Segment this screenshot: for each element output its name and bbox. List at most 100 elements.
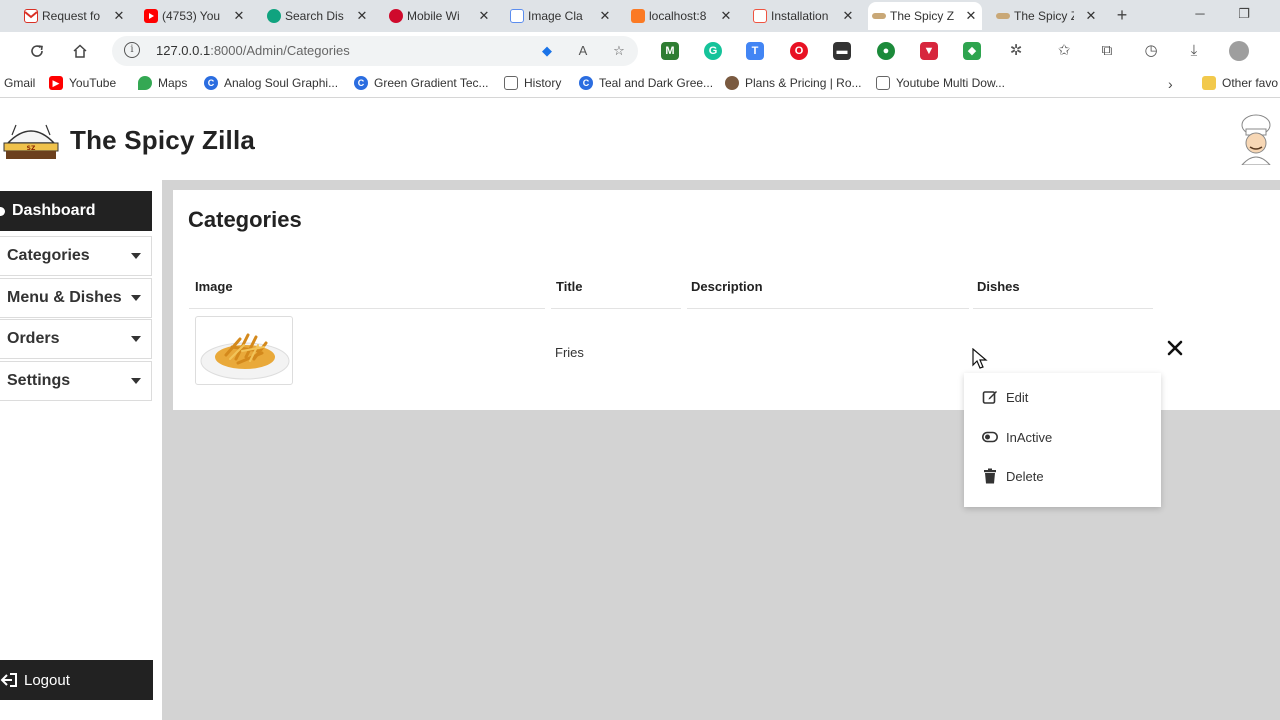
terminal-icon[interactable]: ▬ (833, 42, 851, 60)
reload-icon[interactable] (26, 40, 48, 62)
browser-tab-active[interactable]: The Spicy Z ✕ (868, 2, 982, 30)
sidebar: Dashboard Categories Menu & Dishes Order… (0, 180, 162, 720)
huawei-icon (389, 9, 403, 23)
svg-text:SZ: SZ (27, 145, 36, 152)
browser-tab[interactable]: The Spicy Z ✕ (992, 2, 1102, 30)
collections-icon[interactable]: ⧉ (1097, 41, 1117, 61)
caret-down-icon (131, 378, 141, 384)
logout-icon (0, 673, 17, 687)
column-header-image: Image (195, 279, 233, 294)
sidebar-item-settings[interactable]: Settings (0, 361, 152, 401)
new-tab-button[interactable]: + (1112, 6, 1132, 24)
bookmark-item[interactable]: Youtube Multi Dow... (876, 76, 1005, 90)
profile-avatar-icon[interactable] (1229, 41, 1249, 61)
divider (189, 308, 545, 309)
extensions-icon[interactable]: ✲ (1006, 41, 1026, 61)
chef-avatar[interactable] (1232, 113, 1280, 165)
page-icon (876, 76, 890, 90)
bookmark-item[interactable]: History (504, 76, 561, 90)
avatar-icon (725, 76, 739, 90)
chevron-right-icon[interactable]: › (1168, 76, 1173, 92)
restore-icon[interactable]: ❐ (1234, 6, 1254, 22)
download-icon[interactable]: ⤓ (1184, 41, 1204, 61)
bookmark-item[interactable]: Plans & Pricing | Ro... (725, 76, 862, 90)
close-icon[interactable]: ✕ (112, 8, 126, 24)
tag-icon[interactable]: ◆ (538, 42, 556, 60)
youtube-icon: ▶ (49, 76, 63, 90)
close-icon[interactable]: ✕ (1084, 8, 1098, 24)
browser-tab-bar: Request fo ✕ (4753) You ✕ Search Dis ✕ M… (0, 0, 1280, 32)
c-icon: C (204, 76, 218, 90)
bookmark-item[interactable]: Maps (138, 76, 187, 90)
close-icon[interactable]: ✕ (964, 8, 978, 24)
divider (551, 308, 681, 309)
extension-icon[interactable]: M (661, 42, 679, 60)
sidebar-item-categories[interactable]: Categories (0, 236, 152, 276)
favorites-icon[interactable]: ✩ (1054, 41, 1074, 61)
menu-item-delete[interactable]: Delete (964, 457, 1161, 495)
bookmark-item[interactable]: ▶ YouTube (49, 76, 116, 90)
spicyzilla-icon (872, 13, 886, 19)
close-icon[interactable]: ✕ (477, 8, 491, 24)
sidebar-item-menu-dishes[interactable]: Menu & Dishes (0, 278, 152, 318)
trash-icon (984, 468, 996, 484)
browser-toolbar: i 127.0.0.1:8000/Admin/Categories ◆ A ☆ … (0, 32, 1280, 70)
browser-tab[interactable]: localhost:8 ✕ (627, 2, 737, 30)
address-bar[interactable]: i 127.0.0.1:8000/Admin/Categories ◆ A ☆ (112, 36, 638, 66)
browser-tab[interactable]: Request fo ✕ (20, 2, 130, 30)
close-icon[interactable]: ✕ (719, 8, 733, 24)
history-icon[interactable]: ◷ (1141, 41, 1161, 61)
close-icon[interactable]: ✕ (841, 8, 855, 24)
url-text[interactable]: 127.0.0.1:8000/Admin/Categories (156, 43, 350, 58)
grammarly-icon[interactable]: G (704, 42, 722, 60)
close-icon[interactable] (1166, 339, 1184, 357)
minimize-icon[interactable]: ─ (1190, 6, 1210, 21)
xampp-icon (631, 9, 645, 23)
read-aloud-icon[interactable]: A (574, 42, 592, 60)
opera-icon[interactable]: O (790, 42, 808, 60)
bookmark-item[interactable]: C Analog Soul Graphi... (204, 76, 338, 90)
info-icon[interactable]: i (124, 42, 140, 58)
logout-button[interactable]: Logout (0, 660, 153, 700)
menu-item-inactive[interactable]: InActive (964, 418, 1161, 456)
browser-tab[interactable]: (4753) You ✕ (140, 2, 250, 30)
chatgpt-icon (267, 9, 281, 23)
translate-icon[interactable]: T (746, 42, 764, 60)
app-header: SZ The Spicy Zilla (0, 99, 1280, 180)
maps-icon (138, 76, 152, 90)
column-header-dishes: Dishes (977, 279, 1020, 294)
browser-tab[interactable]: Installation ✕ (749, 2, 859, 30)
divider (973, 308, 1153, 309)
favorite-add-icon[interactable]: ☆ (610, 42, 628, 60)
shield-icon[interactable]: ◆ (963, 42, 981, 60)
bookmark-item[interactable]: Gmail (4, 76, 35, 90)
sidebar-item-dashboard[interactable]: Dashboard (0, 191, 152, 231)
menu-item-edit[interactable]: Edit (964, 378, 1161, 416)
bookmark-folder[interactable]: Other favo (1202, 76, 1278, 90)
category-image (195, 316, 293, 385)
column-header-description: Description (691, 279, 763, 294)
caret-down-icon (131, 295, 141, 301)
globe-icon[interactable]: ● (877, 42, 895, 60)
close-icon[interactable]: ✕ (355, 8, 369, 24)
browser-tab[interactable]: Image Cla ✕ (506, 2, 616, 30)
close-icon[interactable]: ✕ (598, 8, 612, 24)
youtube-icon (144, 9, 158, 23)
gmail-icon (24, 9, 38, 23)
sidebar-item-orders[interactable]: Orders (0, 319, 152, 359)
browser-tab[interactable]: Mobile Wi ✕ (385, 2, 495, 30)
c-icon: C (354, 76, 368, 90)
category-title: Fries (555, 345, 584, 360)
bookmarks-bar: Gmail ▶ YouTube Maps C Analog Soul Graphi.… (0, 70, 1280, 98)
bookmark-item[interactable]: C Green Gradient Tec... (354, 76, 489, 90)
column-header-title: Title (556, 279, 583, 294)
home-icon[interactable] (69, 40, 91, 62)
bookmark-item[interactable]: C Teal and Dark Gree... (579, 76, 713, 90)
row-actions-menu: Edit InActive Delete (964, 373, 1161, 507)
laravel-icon (753, 9, 767, 23)
close-icon[interactable]: ✕ (232, 8, 246, 24)
page-icon (504, 76, 518, 90)
pocket-icon[interactable]: ▼ (920, 42, 938, 60)
caret-down-icon (131, 253, 141, 259)
browser-tab[interactable]: Search Dis ✕ (263, 2, 373, 30)
